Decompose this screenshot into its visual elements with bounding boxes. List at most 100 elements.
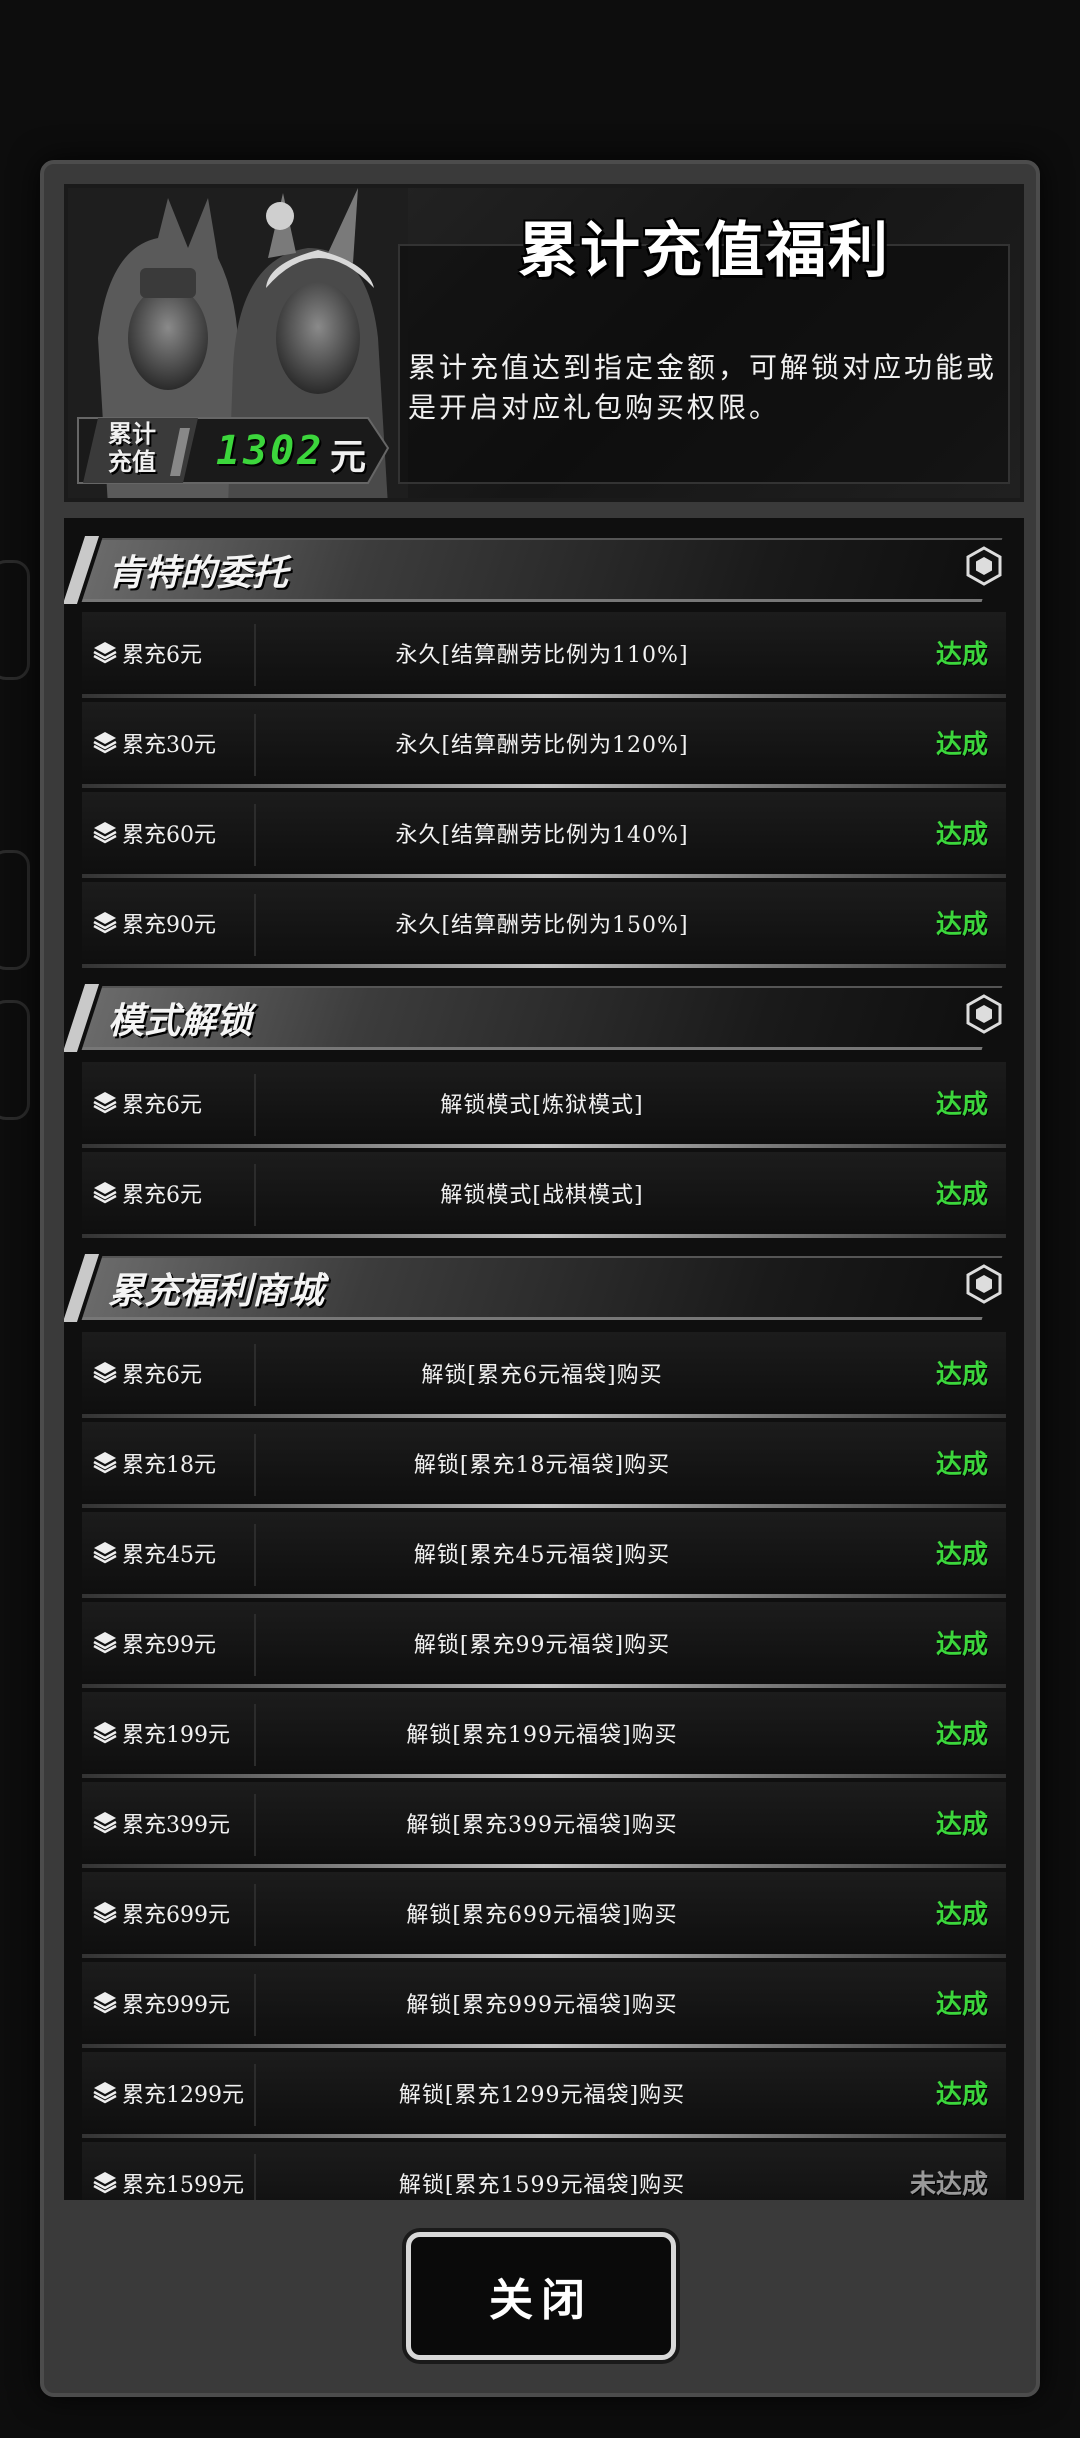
list-item: 累充699元 解锁[累充699元福袋]购买 达成 [82, 1872, 1006, 1958]
hexagon-icon [966, 994, 1002, 1034]
reward-text: 解锁[累充99元福袋]购买 [413, 1633, 671, 1658]
row-divider [254, 624, 256, 686]
close-button[interactable]: 关闭 [406, 2232, 676, 2360]
requirement-text: 累充1599元 [122, 2173, 244, 2198]
row-divider [254, 804, 256, 866]
list-item: 累充30元 永久[结算酬劳比例为120%] 达成 [82, 702, 1006, 788]
list-item: 累充45元 解锁[累充45元福袋]购买 达成 [82, 1512, 1006, 1598]
dialog-header: 累计充值福利 累计充值达到指定金额，可解锁对应功能或是开启对应礼包购买权限。 累… [64, 184, 1024, 502]
list-item: 累充6元 解锁模式[战棋模式] 达成 [82, 1152, 1006, 1238]
row-divider [254, 1344, 256, 1406]
reward-text: 永久[结算酬劳比例为150%] [395, 913, 689, 938]
reward-text: 解锁[累充18元福袋]购买 [413, 1453, 671, 1478]
row-divider [254, 1434, 256, 1496]
reward-text: 永久[结算酬劳比例为120%] [395, 733, 689, 758]
status-badge: 达成 [935, 1720, 988, 1750]
section-header-recharge-shop: 累充福利商城 [64, 1246, 1014, 1324]
row-divider [254, 1614, 256, 1676]
status-badge: 达成 [935, 1360, 988, 1390]
status-badge: 达成 [935, 2080, 988, 2110]
layers-icon [93, 1452, 117, 1474]
status-badge: 未达成 [909, 2170, 988, 2200]
section-title: 模式解锁 [108, 1001, 253, 1042]
section-header-mode-unlock: 模式解锁 [64, 976, 1014, 1054]
total-recharge-badge: 累计 充值 1302 元 [68, 398, 398, 498]
row-divider [254, 714, 256, 776]
page-description: 累计充值达到指定金额，可解锁对应功能或是开启对应礼包购买权限。 [408, 351, 998, 424]
background-panel-left [0, 560, 30, 680]
recharge-benefits-dialog: 累计充值福利 累计充值达到指定金额，可解锁对应功能或是开启对应礼包购买权限。 累… [40, 160, 1040, 2397]
status-badge: 达成 [935, 1180, 988, 1210]
row-divider [254, 1524, 256, 1586]
list-item: 累充199元 解锁[累充199元福袋]购买 达成 [82, 1692, 1006, 1778]
status-badge: 达成 [935, 1810, 988, 1840]
row-divider [254, 1704, 256, 1766]
status-badge: 达成 [935, 1540, 988, 1570]
status-badge: 达成 [935, 910, 988, 940]
layers-icon [93, 2082, 117, 2104]
background-panel-left-3 [0, 1000, 30, 1120]
layers-icon [93, 642, 117, 664]
status-badge: 达成 [935, 1900, 988, 1930]
requirement-text: 累充6元 [122, 1363, 202, 1388]
requirement-text: 累充6元 [122, 1093, 202, 1118]
hexagon-icon [966, 1264, 1002, 1304]
list-item: 累充1299元 解锁[累充1299元福袋]购买 达成 [82, 2052, 1006, 2138]
layers-icon [93, 822, 117, 844]
reward-text: 解锁[累充999元福袋]购买 [406, 1993, 678, 2018]
layers-icon [93, 2172, 117, 2194]
requirement-text: 累充45元 [122, 1543, 216, 1568]
requirement-text: 累充6元 [122, 643, 202, 668]
row-divider [254, 1164, 256, 1226]
status-badge: 达成 [935, 1090, 988, 1120]
layers-icon [93, 912, 117, 934]
status-badge: 达成 [935, 820, 988, 850]
reward-text: 解锁[累充45元福袋]购买 [413, 1543, 671, 1568]
requirement-text: 累充1299元 [122, 2083, 244, 2108]
recharge-label-line2: 充值 [108, 448, 156, 476]
reward-text: 解锁[累充6元福袋]购买 [421, 1363, 663, 1388]
list-item: 累充999元 解锁[累充999元福袋]购买 达成 [82, 1962, 1006, 2048]
reward-text: 解锁[累充199元福袋]购买 [406, 1723, 678, 1748]
requirement-text: 累充199元 [122, 1723, 230, 1748]
layers-icon [93, 1182, 117, 1204]
layers-icon [93, 1362, 117, 1384]
list-item: 累充99元 解锁[累充99元福袋]购买 达成 [82, 1602, 1006, 1688]
reward-text: 解锁模式[炼狱模式] [440, 1093, 644, 1118]
row-divider [254, 1884, 256, 1946]
list-item: 累充399元 解锁[累充399元福袋]购买 达成 [82, 1782, 1006, 1868]
list-item: 累充1599元 解锁[累充1599元福袋]购买 未达成 [82, 2142, 1006, 2200]
row-divider [254, 1074, 256, 1136]
status-badge: 达成 [935, 1450, 988, 1480]
reward-text: 永久[结算酬劳比例为140%] [395, 823, 689, 848]
layers-icon [93, 1632, 117, 1654]
reward-text: 解锁[累充399元福袋]购买 [406, 1813, 678, 1838]
section-title: 累充福利商城 [108, 1271, 325, 1312]
requirement-text: 累充6元 [122, 1183, 202, 1208]
row-divider [254, 1974, 256, 2036]
list-item: 累充18元 解锁[累充18元福袋]购买 达成 [82, 1422, 1006, 1508]
requirement-text: 累充60元 [122, 823, 216, 848]
layers-icon [93, 1542, 117, 1564]
reward-text: 解锁[累充699元福袋]购买 [406, 1903, 678, 1928]
section-title: 肯特的委托 [108, 553, 289, 594]
requirement-text: 累充699元 [122, 1903, 230, 1928]
layers-icon [93, 732, 117, 754]
total-recharge-label: 累计 充值 [108, 420, 156, 476]
close-button-label: 关闭 [489, 2275, 593, 2326]
row-divider [254, 1794, 256, 1856]
requirement-text: 累充99元 [122, 1633, 216, 1658]
status-badge: 达成 [935, 730, 988, 760]
hexagon-icon [966, 546, 1002, 586]
benefits-list[interactable]: 肯特的委托 累充6元 永久[结算酬劳比例为110%] 达成 累充30元 永久[结… [64, 518, 1024, 2200]
layers-icon [93, 1902, 117, 1924]
layers-icon [93, 1722, 117, 1744]
list-item: 累充6元 解锁[累充6元福袋]购买 达成 [82, 1332, 1006, 1418]
reward-text: 永久[结算酬劳比例为110%] [395, 643, 689, 668]
list-item: 累充6元 永久[结算酬劳比例为110%] 达成 [82, 612, 1006, 698]
requirement-text: 累充999元 [122, 1993, 230, 2018]
status-badge: 达成 [935, 1990, 988, 2020]
row-divider [254, 2064, 256, 2126]
layers-icon [93, 1812, 117, 1834]
page-title: 累计充值福利 [518, 216, 890, 286]
